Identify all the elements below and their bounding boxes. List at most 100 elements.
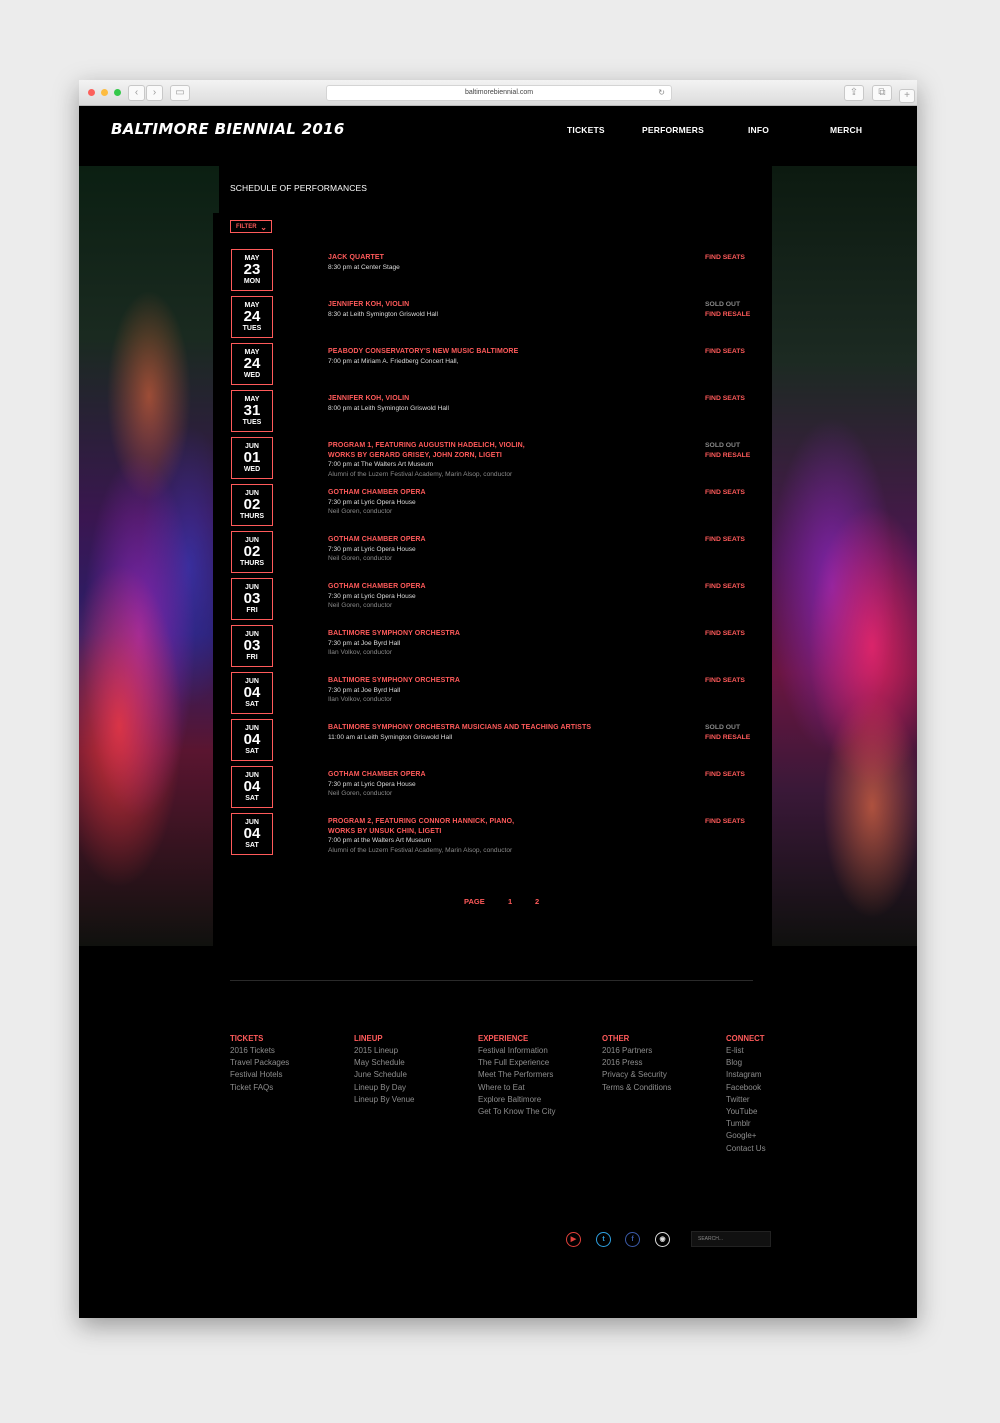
event-title[interactable]: BALTIMORE SYMPHONY ORCHESTRA (328, 629, 628, 639)
event-row: JUN 02 THURS GOTHAM CHAMBER OPERA 7:30 pm at… (230, 531, 755, 575)
footer-heading[interactable]: EXPERIENCE (478, 1033, 556, 1045)
event-row: JUN 03 FRI GOTHAM CHAMBER OPERA 7:30 pm at L… (230, 578, 755, 622)
nav-performers[interactable]: PERFORMERS (642, 125, 704, 135)
event-actions: FIND SEATS (705, 770, 775, 780)
page-link-2[interactable]: 2 (535, 897, 539, 906)
find-seats-link[interactable]: FIND RESALE (705, 310, 775, 320)
footer-link[interactable]: Where to Eat (478, 1082, 556, 1094)
footer-link[interactable]: The Full Experience (478, 1057, 556, 1069)
date-day: 02 (243, 543, 261, 560)
page-link-1[interactable]: 1 (508, 897, 512, 906)
footer-link[interactable]: Lineup By Day (354, 1082, 415, 1094)
find-seats-link[interactable]: FIND SEATS (705, 253, 775, 263)
new-tab-icon[interactable]: + (899, 89, 915, 103)
footer-link[interactable]: YouTube (726, 1106, 766, 1118)
footer-link[interactable]: May Schedule (354, 1057, 415, 1069)
footer-heading[interactable]: TICKETS (230, 1033, 289, 1045)
minimize-window-button[interactable] (101, 89, 108, 96)
date-badge: MAY 23 MON (231, 249, 273, 291)
footer-heading[interactable]: OTHER (602, 1033, 671, 1045)
footer-link[interactable]: Meet The Performers (478, 1069, 556, 1081)
event-title[interactable]: JENNIFER KOH, VIOLIN (328, 300, 628, 310)
footer-link[interactable]: Twitter (726, 1094, 766, 1106)
footer-link[interactable]: Google+ (726, 1130, 766, 1142)
find-seats-link[interactable]: FIND SEATS (705, 347, 775, 357)
footer-link[interactable]: Tumblr (726, 1118, 766, 1130)
search-input[interactable]: SEARCH... (691, 1231, 771, 1247)
footer-link[interactable]: June Schedule (354, 1069, 415, 1081)
event-title-line2[interactable]: WORKS BY GERARD GRISEY, JOHN ZORN, LIGET… (328, 451, 628, 461)
footer-link[interactable]: Instagram (726, 1069, 766, 1081)
chevron-right-icon[interactable]: › (146, 85, 163, 101)
footer-link[interactable]: Explore Baltimore (478, 1094, 556, 1106)
footer-link[interactable]: Festival Information (478, 1045, 556, 1057)
event-title[interactable]: PROGRAM 1, FEATURING AUGUSTIN HADELICH, … (328, 441, 628, 451)
find-seats-link[interactable]: FIND SEATS (705, 535, 775, 545)
find-seats-link[interactable]: FIND SEATS (705, 676, 775, 686)
footer-link[interactable]: E-list (726, 1045, 766, 1057)
twitter-icon[interactable]: t (596, 1232, 611, 1247)
find-seats-link[interactable]: FIND SEATS (705, 488, 775, 498)
event-title[interactable]: BALTIMORE SYMPHONY ORCHESTRA (328, 676, 628, 686)
chevron-left-icon[interactable]: ‹ (128, 85, 145, 101)
footer-link[interactable]: 2015 Lineup (354, 1045, 415, 1057)
footer-link[interactable]: Terms & Conditions (602, 1082, 671, 1094)
find-seats-link[interactable]: FIND RESALE (705, 451, 775, 461)
nav-tickets[interactable]: TICKETS (567, 125, 605, 135)
event-title[interactable]: GOTHAM CHAMBER OPERA (328, 488, 628, 498)
find-seats-link[interactable]: FIND SEATS (705, 770, 775, 780)
site-header: BALTIMORE BIENNIAL 2016 TICKETS PERFORME… (79, 106, 917, 152)
date-day: 04 (243, 825, 261, 842)
date-weekday: TUES (242, 325, 262, 332)
footer-link[interactable]: Travel Packages (230, 1057, 289, 1069)
page-title: SCHEDULE OF PERFORMANCES (230, 183, 368, 193)
footer-link[interactable]: Contact Us (726, 1143, 766, 1155)
event-actions: FIND SEATS (705, 535, 775, 545)
event-title[interactable]: BALTIMORE SYMPHONY ORCHESTRA MUSICIANS A… (328, 723, 628, 733)
event-title[interactable]: GOTHAM CHAMBER OPERA (328, 535, 628, 545)
event-title[interactable]: PROGRAM 2, FEATURING CONNOR HANNICK, PIA… (328, 817, 628, 827)
event-title[interactable]: GOTHAM CHAMBER OPERA (328, 770, 628, 780)
footer-link[interactable]: Ticket FAQs (230, 1082, 289, 1094)
sidebar-toggle-icon[interactable]: ▭ (170, 85, 190, 101)
address-bar[interactable]: baltimorebiennial.com ↻ (326, 85, 672, 101)
share-icon[interactable]: ⇪ (844, 85, 864, 101)
find-seats-link[interactable]: FIND SEATS (705, 817, 775, 827)
instagram-icon[interactable]: ◉ (655, 1232, 670, 1247)
nav-info[interactable]: INFO (748, 125, 769, 135)
event-title[interactable]: JENNIFER KOH, VIOLIN (328, 394, 628, 404)
close-window-button[interactable] (88, 89, 95, 96)
find-seats-link[interactable]: FIND SEATS (705, 582, 775, 592)
footer-link[interactable]: Privacy & Security (602, 1069, 671, 1081)
event-title[interactable]: PEABODY CONSERVATORY'S NEW MUSIC BALTIMO… (328, 347, 628, 357)
facebook-icon[interactable]: f (625, 1232, 640, 1247)
event-details: 7:30 pm at Lyric Opera House (328, 545, 416, 553)
footer-link[interactable]: Get To Know The City (478, 1106, 556, 1118)
find-seats-link[interactable]: FIND RESALE (705, 733, 775, 743)
event-title-line2[interactable]: WORKS BY UNSUK CHIN, LIGETI (328, 827, 628, 837)
date-day: 31 (243, 402, 261, 419)
chevron-down-icon: ⌄ (260, 223, 267, 232)
event-info: GOTHAM CHAMBER OPERA 7:30 pm at Lyric Ope… (328, 488, 628, 517)
filter-dropdown[interactable]: FILTER ⌄ (230, 220, 272, 233)
footer-link[interactable]: Festival Hotels (230, 1069, 289, 1081)
footer-heading[interactable]: CONNECT (726, 1033, 766, 1045)
footer-link[interactable]: Lineup By Venue (354, 1094, 415, 1106)
footer-link[interactable]: 2016 Partners (602, 1045, 671, 1057)
footer-heading[interactable]: LINEUP (354, 1033, 415, 1045)
reload-icon[interactable]: ↻ (658, 86, 665, 100)
event-title[interactable]: JACK QUARTET (328, 253, 628, 263)
zoom-window-button[interactable] (114, 89, 121, 96)
youtube-icon[interactable]: ▶ (566, 1232, 581, 1247)
footer-link[interactable]: 2016 Press (602, 1057, 671, 1069)
footer-column: CONNECT E-list Blog Instagram Facebook Twitte… (726, 1033, 766, 1155)
nav-merch[interactable]: MERCH (830, 125, 862, 135)
tabs-icon[interactable]: ⧉ (872, 85, 892, 101)
footer-link[interactable]: Blog (726, 1057, 766, 1069)
site-logo[interactable]: BALTIMORE BIENNIAL 2016 (111, 120, 345, 138)
event-title[interactable]: GOTHAM CHAMBER OPERA (328, 582, 628, 592)
find-seats-link[interactable]: FIND SEATS (705, 394, 775, 404)
footer-link[interactable]: Facebook (726, 1082, 766, 1094)
footer-link[interactable]: 2016 Tickets (230, 1045, 289, 1057)
find-seats-link[interactable]: FIND SEATS (705, 629, 775, 639)
